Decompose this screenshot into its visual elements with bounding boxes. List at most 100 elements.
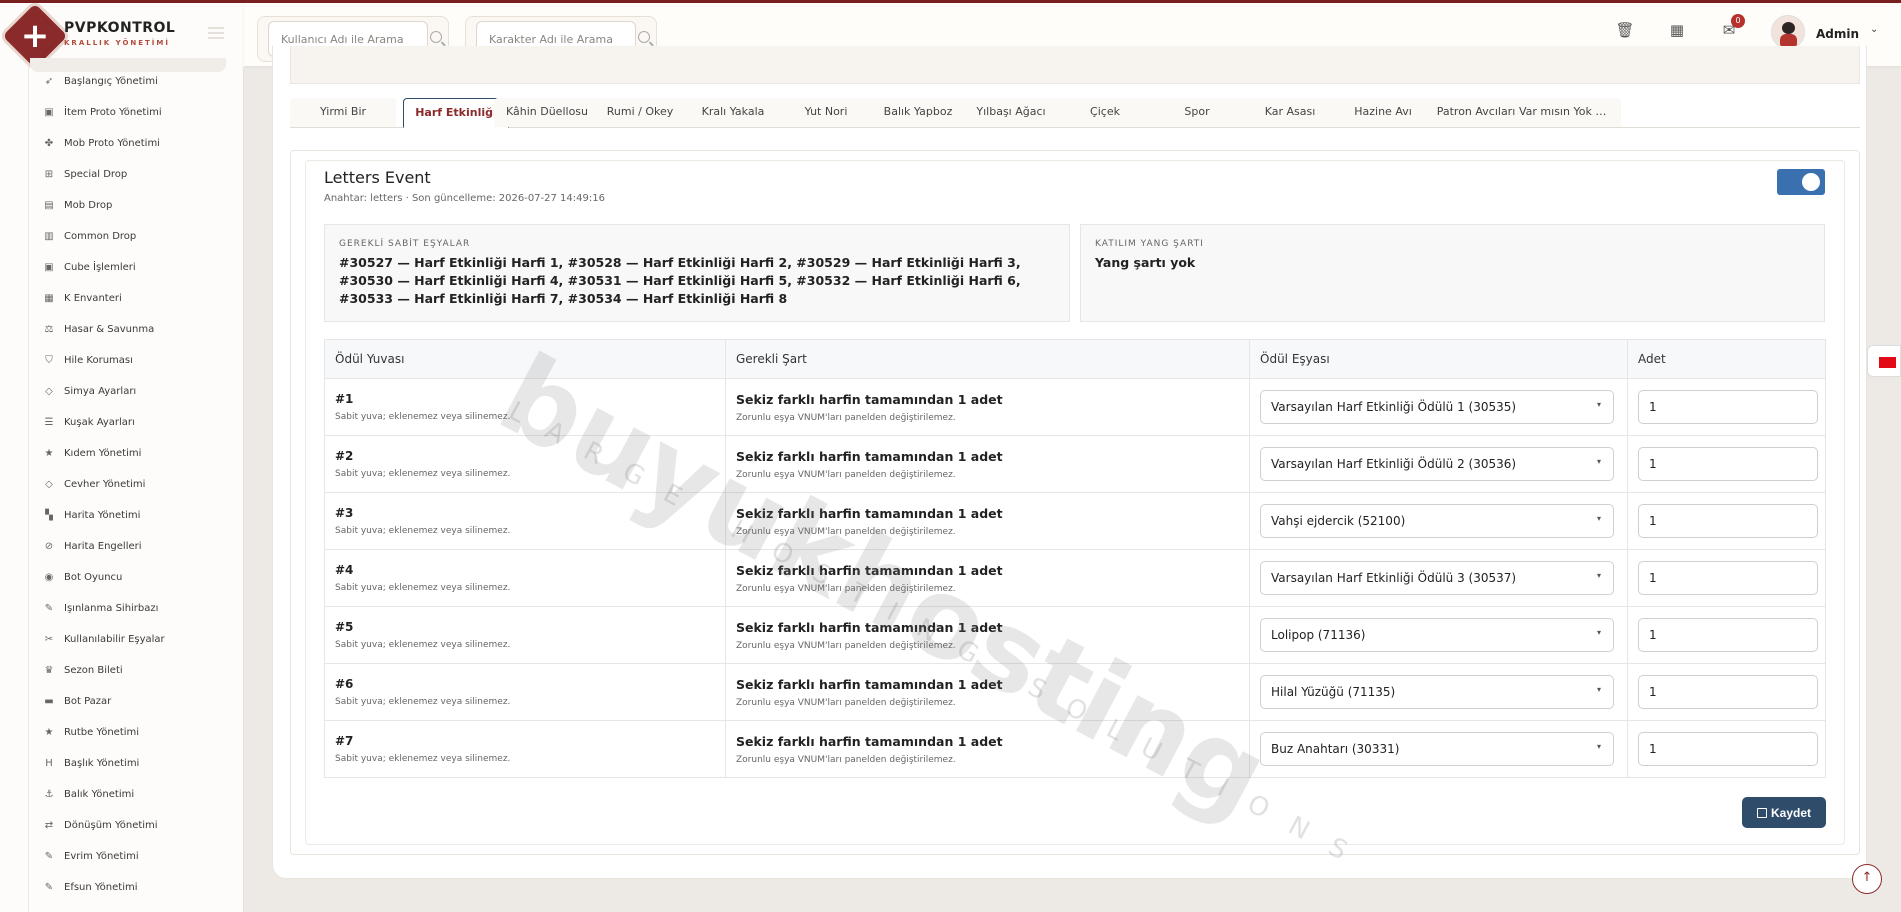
- reward-select[interactable]: Buz Anahtarı (30331) ▾: [1260, 732, 1614, 766]
- yang-requirement-value: Yang şartı yok: [1095, 255, 1196, 270]
- sidebar-item-label: Mob Drop: [64, 200, 113, 211]
- sidebar-item[interactable]: ▦ K Envanteri: [30, 283, 226, 314]
- sidebar-item-label: Başlangıç Yönetimi: [64, 76, 158, 87]
- slot-note: Sabit yuva; eklenemez veya silinemez.: [335, 697, 511, 707]
- search-icon[interactable]: [430, 31, 442, 43]
- tab[interactable]: Rumi / Okey: [587, 98, 693, 127]
- sidebar-item[interactable]: ◉ Bot Oyuncu: [30, 562, 226, 593]
- sidebar-item[interactable]: ▤ Mob Drop: [30, 190, 226, 221]
- qty-cell: [1627, 378, 1826, 436]
- sidebar-item[interactable]: ★ Rutbe Yönetimi: [30, 717, 226, 748]
- qty-cell: [1627, 549, 1826, 607]
- sidebar-item[interactable]: ⚓ Balık Yönetimi: [30, 779, 226, 810]
- sidebar-item[interactable]: ✤ Mob Proto Yönetimi: [30, 128, 226, 159]
- sidebar-item[interactable]: ▣ Cube İşlemleri: [30, 252, 226, 283]
- shop-icon: ▬: [44, 696, 54, 707]
- brand-name: PVPKONTROL: [64, 20, 176, 36]
- sidebar-item-label: Harita Engelleri: [64, 541, 142, 552]
- tab[interactable]: Kar Asası: [1237, 98, 1343, 127]
- tab[interactable]: Yirmi Bir: [290, 98, 396, 127]
- sidebar-item[interactable]: H Başlık Yönetimi: [30, 748, 226, 779]
- condition-note: Zorunlu eşya VNUM'ları panelden değiştir…: [736, 697, 956, 708]
- search-icon[interactable]: [638, 31, 650, 43]
- slot-cell: #6 Sabit yuva; eklenemez veya silinemez.: [324, 663, 726, 721]
- condition-cell: Sekiz farklı harfin tamamından 1 adet Zor…: [725, 720, 1250, 778]
- tab[interactable]: Yılbaşı Ağacı: [958, 98, 1064, 127]
- trash-icon[interactable]: 🗑: [1613, 18, 1637, 42]
- sidebar-item[interactable]: ✎ Efsun Yönetimi: [30, 872, 226, 903]
- tab[interactable]: Spor: [1144, 98, 1250, 127]
- sidebar-item-label: Sezon Bileti: [64, 665, 123, 676]
- condition-cell: Sekiz farklı harfin tamamından 1 adet Zor…: [725, 606, 1250, 664]
- sidebar-item[interactable]: ⇄ Dönüşüm Yönetimi: [30, 810, 226, 841]
- qty-cell: [1627, 435, 1826, 493]
- sidebar-item[interactable]: ▚ Harita Yönetimi: [30, 500, 226, 531]
- admin-name[interactable]: Admin: [1816, 27, 1859, 41]
- reward-select[interactable]: Varsayılan Harf Etkinliği Ödülü 2 (30536…: [1260, 447, 1614, 481]
- sidebar-menu: ➶ Başlangıç Yönetimi ▣ İtem Proto Yönetimi ✤…: [30, 66, 226, 903]
- condition-note: Zorunlu eşya VNUM'ları panelden değiştir…: [736, 412, 956, 423]
- cube-icon: ▣: [44, 107, 54, 118]
- chevron-down-icon: ▾: [1596, 742, 1601, 751]
- sidebar-item[interactable]: ✎ Evrim Yönetimi: [30, 841, 226, 872]
- shuffle-icon: ⇄: [44, 820, 54, 831]
- reward-select-value: Buz Anahtarı (30331): [1271, 742, 1400, 756]
- avatar[interactable]: [1771, 15, 1805, 49]
- condition-note: Zorunlu eşya VNUM'ları panelden değiştir…: [736, 469, 956, 480]
- sidebar-item[interactable]: ⊘ Harita Engelleri: [30, 531, 226, 562]
- chevron-down-icon[interactable]: ⌄: [1870, 24, 1878, 35]
- sidebar-item[interactable]: ✂ Kullanılabilir Eşyalar: [30, 624, 226, 655]
- calendar-icon[interactable]: ▦: [1665, 18, 1689, 42]
- quantity-input[interactable]: [1638, 675, 1818, 709]
- chevron-down-icon: ▾: [1596, 400, 1601, 409]
- sidebar-item[interactable]: ✎ Işınlanma Sihirbazı: [30, 593, 226, 624]
- sidebar-item[interactable]: ⚖ Hasar & Savunma: [30, 314, 226, 345]
- tab[interactable]: Hazine Avı: [1330, 98, 1436, 127]
- reward-select[interactable]: Hilal Yüzüğü (71135) ▾: [1260, 675, 1614, 709]
- table-row: #5 Sabit yuva; eklenemez veya silinemez. S…: [324, 606, 1826, 664]
- language-flag-icon[interactable]: [1867, 345, 1901, 377]
- sidebar-item[interactable]: ⛉ Hile Koruması: [30, 345, 226, 376]
- sidebar-item[interactable]: ⊞ Special Drop: [30, 159, 226, 190]
- quantity-input[interactable]: [1638, 618, 1818, 652]
- slot-number: #3: [335, 506, 354, 520]
- reward-select-value: Lolipop (71136): [1271, 628, 1366, 642]
- reward-select[interactable]: Vahşi ejdercik (52100) ▾: [1260, 504, 1614, 538]
- table-row: #2 Sabit yuva; eklenemez veya silinemez. S…: [324, 435, 1826, 493]
- menu-toggle-icon[interactable]: [208, 27, 224, 39]
- reward-select[interactable]: Lolipop (71136) ▾: [1260, 618, 1614, 652]
- sidebar-item[interactable]: ♛ Sezon Bileti: [30, 655, 226, 686]
- sidebar-item[interactable]: ◇ Cevher Yönetimi: [30, 469, 226, 500]
- save-button[interactable]: Kaydet: [1742, 797, 1826, 828]
- quantity-input[interactable]: [1638, 390, 1818, 424]
- qty-cell: [1627, 720, 1826, 778]
- sidebar-item[interactable]: ➶ Başlangıç Yönetimi: [30, 66, 226, 97]
- quantity-input[interactable]: [1638, 732, 1818, 766]
- reward-select[interactable]: Varsayılan Harf Etkinliği Ödülü 3 (30537…: [1260, 561, 1614, 595]
- sidebar-item[interactable]: ▬ Bot Pazar: [30, 686, 226, 717]
- quantity-input[interactable]: [1638, 561, 1818, 595]
- sidebar-item[interactable]: ★ Kıdem Yönetimi: [30, 438, 226, 469]
- scroll-top-button[interactable]: ↑: [1852, 864, 1882, 894]
- sidebar-item[interactable]: ◇ Simya Ayarları: [30, 376, 226, 407]
- tab[interactable]: Patron Avcıları: [1423, 98, 1529, 127]
- reward-cell: Hilal Yüzüğü (71135) ▾: [1249, 663, 1628, 721]
- sidebar-item[interactable]: ▣ İtem Proto Yönetimi: [30, 97, 226, 128]
- tab[interactable]: Var mısın Yok musun: [1515, 98, 1621, 127]
- sidebar-item[interactable]: ▥ Common Drop: [30, 221, 226, 252]
- sidebar-item-label: İtem Proto Yönetimi: [64, 107, 162, 118]
- tab[interactable]: Çiçek: [1052, 98, 1158, 127]
- sidebar-item[interactable]: ☰ Kuşak Ayarları: [30, 407, 226, 438]
- event-enabled-toggle[interactable]: [1777, 169, 1825, 195]
- quantity-input[interactable]: [1638, 504, 1818, 538]
- reward-select[interactable]: Varsayılan Harf Etkinliği Ödülü 1 (30535…: [1260, 390, 1614, 424]
- condition-text: Sekiz farklı harfin tamamından 1 adet: [736, 619, 1003, 635]
- tab[interactable]: Kâhin Düellosu: [494, 98, 600, 127]
- quantity-input[interactable]: [1638, 447, 1818, 481]
- tab[interactable]: Kralı Yakala: [680, 98, 786, 127]
- qty-cell: [1627, 492, 1826, 550]
- condition-text: Sekiz farklı harfin tamamından 1 adet: [736, 505, 1003, 521]
- tab[interactable]: Balık Yapboz: [865, 98, 971, 127]
- star-icon: ★: [44, 448, 54, 459]
- tab[interactable]: Yut Nori: [773, 98, 879, 127]
